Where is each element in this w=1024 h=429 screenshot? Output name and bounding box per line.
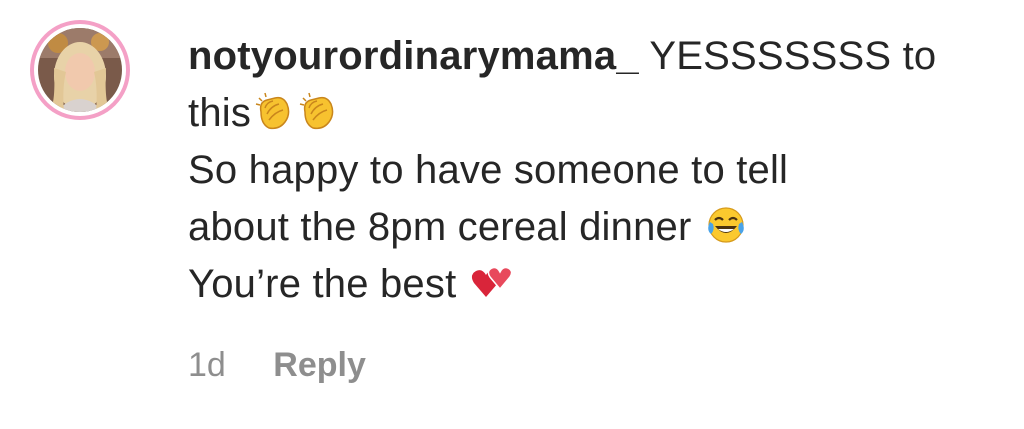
comment-meta: 1d Reply (188, 346, 366, 385)
clapping-hands-icon (297, 90, 339, 132)
avatar-border (34, 24, 126, 116)
username-link[interactable]: notyourordinarymama_ (188, 34, 639, 78)
comment-line-3: So happy to have someone to tell (188, 148, 789, 192)
comment-line-4: about the 8pm cereal dinner (188, 199, 988, 256)
clapping-hands-icon (253, 90, 295, 132)
comment-line-1: notyourordinarymama_ YESSSSSSS to (188, 28, 988, 85)
comment-text-2: this (188, 91, 252, 135)
avatar-photo (38, 28, 122, 112)
two-hearts-icon (470, 261, 513, 303)
comment-text-1: YESSSSSSS to (638, 34, 937, 78)
comment-item: notyourordinarymama_ YESSSSSSS to this S… (0, 0, 1024, 429)
comment-body: notyourordinarymama_ YESSSSSSS to this S… (188, 28, 988, 313)
timestamp: 1d (188, 346, 226, 384)
laughing-tears-icon (705, 204, 747, 246)
comment-line-2: this (188, 85, 988, 142)
comment-text-5: You’re the best (188, 262, 468, 306)
reply-button[interactable]: Reply (273, 346, 366, 384)
comment-line-5: You’re the best (188, 256, 988, 313)
comment-text-4: about the 8pm cereal dinner (188, 205, 703, 249)
avatar[interactable] (30, 20, 130, 120)
